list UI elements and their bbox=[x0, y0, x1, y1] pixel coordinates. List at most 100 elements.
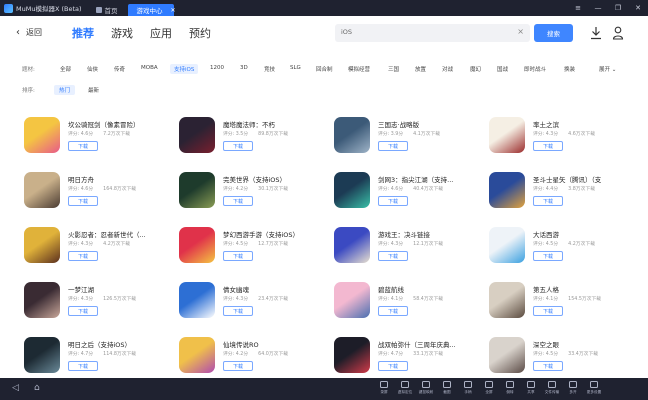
filter-moba[interactable]: MOBA bbox=[141, 65, 158, 71]
app-name[interactable]: 完美世界（支持iOS） bbox=[223, 174, 331, 184]
app-name[interactable]: 大话西游 bbox=[533, 229, 641, 239]
app-card[interactable]: 三国志·战略版 评分: 3.9分 4.1万次下载 下载 bbox=[334, 117, 484, 163]
app-card[interactable]: 明日方舟 评分: 4.6分 164.8万次下载 下载 bbox=[24, 172, 174, 218]
download-button[interactable]: 下载 bbox=[68, 196, 98, 206]
close-tab-icon[interactable]: ✕ bbox=[171, 7, 176, 14]
app-name[interactable]: 战双帕弥什（三周年庆典... bbox=[378, 339, 486, 349]
menu-icon[interactable]: ≡ bbox=[568, 0, 588, 16]
app-name[interactable]: 剑网3：指尖江湖（支持... bbox=[378, 174, 486, 184]
download-button[interactable]: 下载 bbox=[68, 141, 98, 151]
close-window-icon[interactable]: ✕ bbox=[628, 0, 648, 16]
download-button[interactable]: 下载 bbox=[68, 361, 98, 371]
sort-hot[interactable]: 热门 bbox=[54, 85, 76, 95]
filter-xianxia[interactable]: 仙侠 bbox=[87, 65, 98, 73]
three-kingdoms-icon[interactable] bbox=[334, 117, 370, 153]
filter-dressup[interactable]: 换装 bbox=[564, 65, 575, 73]
expand-filters-button[interactable]: 展开 ⌄ bbox=[599, 65, 616, 73]
toolbar-keymap-button[interactable]: 键鼠映射 bbox=[417, 381, 435, 395]
user-icon[interactable] bbox=[612, 26, 624, 40]
maximize-icon[interactable]: ❐ bbox=[608, 0, 628, 16]
filter-fantasy[interactable]: 魔幻 bbox=[470, 65, 481, 73]
toolbar-fullscreen-button[interactable]: 全屏 bbox=[480, 381, 498, 395]
qiannv-icon[interactable] bbox=[179, 282, 215, 318]
download-button[interactable]: 下载 bbox=[533, 361, 563, 371]
search-input[interactable]: iOS × bbox=[335, 24, 530, 42]
app-card[interactable]: 仙境传说RO 评分: 4.2分 64.0万次下载 下载 bbox=[179, 337, 329, 383]
perfect-world-icon[interactable] bbox=[179, 172, 215, 208]
toolbar-file-transfer-button[interactable]: 文件传输 bbox=[543, 381, 561, 395]
app-name[interactable]: 深空之眼 bbox=[533, 339, 641, 349]
android-home-icon[interactable]: ⌂ bbox=[34, 383, 40, 393]
download-button[interactable]: 下载 bbox=[223, 306, 253, 316]
filter-pvp[interactable]: 对战 bbox=[442, 65, 453, 73]
app-card[interactable]: 率土之滨 评分: 4.3分 4.6万次下载 下载 bbox=[489, 117, 639, 163]
app-name[interactable]: 一梦江湖 bbox=[68, 284, 176, 294]
menghuan-icon[interactable] bbox=[179, 227, 215, 263]
download-button[interactable]: 下载 bbox=[223, 361, 253, 371]
sort-new[interactable]: 最新 bbox=[88, 86, 99, 94]
download-button[interactable]: 下载 bbox=[223, 196, 253, 206]
app-card[interactable]: 火影忍者：忍者新世代（... 评分: 4.3分 4.2万次下载 下载 bbox=[24, 227, 174, 273]
filter-sim[interactable]: 模拟经营 bbox=[348, 65, 370, 73]
filter-idle[interactable]: 放置 bbox=[415, 65, 426, 73]
yimeng-icon[interactable] bbox=[24, 282, 60, 318]
saint-seiya-icon[interactable] bbox=[489, 172, 525, 208]
filter-1200[interactable]: 1200 bbox=[210, 65, 224, 71]
shuaitu-icon[interactable] bbox=[489, 117, 525, 153]
search-button[interactable]: 搜索 bbox=[534, 24, 573, 42]
tab-home[interactable]: 首页 bbox=[90, 4, 124, 16]
download-icon[interactable] bbox=[590, 26, 602, 40]
dark-knight-icon[interactable] bbox=[179, 117, 215, 153]
filter-3d[interactable]: 3D bbox=[240, 65, 248, 71]
aether-gazer-icon[interactable] bbox=[489, 337, 525, 373]
download-button[interactable]: 下载 bbox=[223, 251, 253, 261]
download-button[interactable]: 下载 bbox=[378, 141, 408, 151]
app-name[interactable]: 仙境传说RO bbox=[223, 339, 331, 349]
tab-reserve[interactable]: 预约 bbox=[189, 25, 211, 41]
toolbar-share-button[interactable]: 共享 bbox=[522, 381, 540, 395]
app-name[interactable]: 倩女幽魂 bbox=[223, 284, 331, 294]
download-button[interactable]: 下载 bbox=[533, 306, 563, 316]
dahua-icon[interactable] bbox=[489, 227, 525, 263]
app-name[interactable]: 碧蓝航线 bbox=[378, 284, 486, 294]
app-card[interactable]: 游戏王：决斗链接 评分: 4.3分 12.1万次下载 下载 bbox=[334, 227, 484, 273]
app-card[interactable]: 第五人格 评分: 4.1分 154.5万次下载 下载 bbox=[489, 282, 639, 328]
android-back-icon[interactable]: ◁ bbox=[12, 383, 19, 393]
app-card[interactable]: 剑网3：指尖江湖（支持... 评分: 4.6分 40.4万次下载 下载 bbox=[334, 172, 484, 218]
app-name[interactable]: 火影忍者：忍者新世代（... bbox=[68, 229, 176, 239]
app-name[interactable]: 魔塔魔法师：不朽 bbox=[223, 119, 331, 129]
tab-game-center[interactable]: 游戏中心 ✕ bbox=[127, 4, 176, 16]
filter-ios[interactable]: 支持iOS bbox=[170, 64, 199, 74]
filter-all[interactable]: 全部 bbox=[60, 65, 71, 73]
tab-games[interactable]: 游戏 bbox=[111, 25, 133, 41]
filter-chuanqi[interactable]: 传奇 bbox=[114, 65, 125, 73]
jx3-icon[interactable] bbox=[334, 172, 370, 208]
app-card[interactable]: 战双帕弥什（三周年庆典... 评分: 4.7分 33.1万次下载 下载 bbox=[334, 337, 484, 383]
filter-turn-based[interactable]: 回合制 bbox=[316, 65, 333, 73]
app-card[interactable]: 坎公骑冠剑（像素冒险） 评分: 4.6分 7.2万次下载 下载 bbox=[24, 117, 174, 163]
download-button[interactable]: 下载 bbox=[378, 251, 408, 261]
app-card[interactable]: 碧蓝航线 评分: 4.1分 58.4万次下载 下载 bbox=[334, 282, 484, 328]
lifeafter-icon[interactable] bbox=[24, 337, 60, 373]
identity-v-icon[interactable] bbox=[489, 282, 525, 318]
ro-icon[interactable] bbox=[179, 337, 215, 373]
download-button[interactable]: 下载 bbox=[378, 306, 408, 316]
tab-apps[interactable]: 应用 bbox=[150, 25, 172, 41]
download-button[interactable]: 下载 bbox=[378, 196, 408, 206]
app-name[interactable]: 三国志·战略版 bbox=[378, 119, 486, 129]
app-name[interactable]: 坎公骑冠剑（像素冒险） bbox=[68, 119, 176, 129]
azur-lane-icon[interactable] bbox=[334, 282, 370, 318]
pgr-icon[interactable] bbox=[334, 337, 370, 373]
toolbar-settings-button[interactable]: 更多设置 bbox=[585, 381, 603, 395]
download-button[interactable]: 下载 bbox=[68, 251, 98, 261]
tab-recommend[interactable]: 推荐 bbox=[72, 25, 94, 41]
app-card[interactable]: 梦幻西游手游（支持iOS） 评分: 4.5分 12.7万次下载 下载 bbox=[179, 227, 329, 273]
filter-jingji[interactable]: 竞技 bbox=[264, 65, 275, 73]
toolbar-rotate-button[interactable]: 倒转 bbox=[501, 381, 519, 395]
app-card[interactable]: 深空之眼 评分: 4.5分 33.4万次下载 下载 bbox=[489, 337, 639, 383]
filter-guozhan[interactable]: 国战 bbox=[497, 65, 508, 73]
download-button[interactable]: 下载 bbox=[68, 306, 98, 316]
app-name[interactable]: 梦幻西游手游（支持iOS） bbox=[223, 229, 331, 239]
download-button[interactable]: 下载 bbox=[533, 141, 563, 151]
app-card[interactable]: 完美世界（支持iOS） 评分: 4.2分 30.1万次下载 下载 bbox=[179, 172, 329, 218]
